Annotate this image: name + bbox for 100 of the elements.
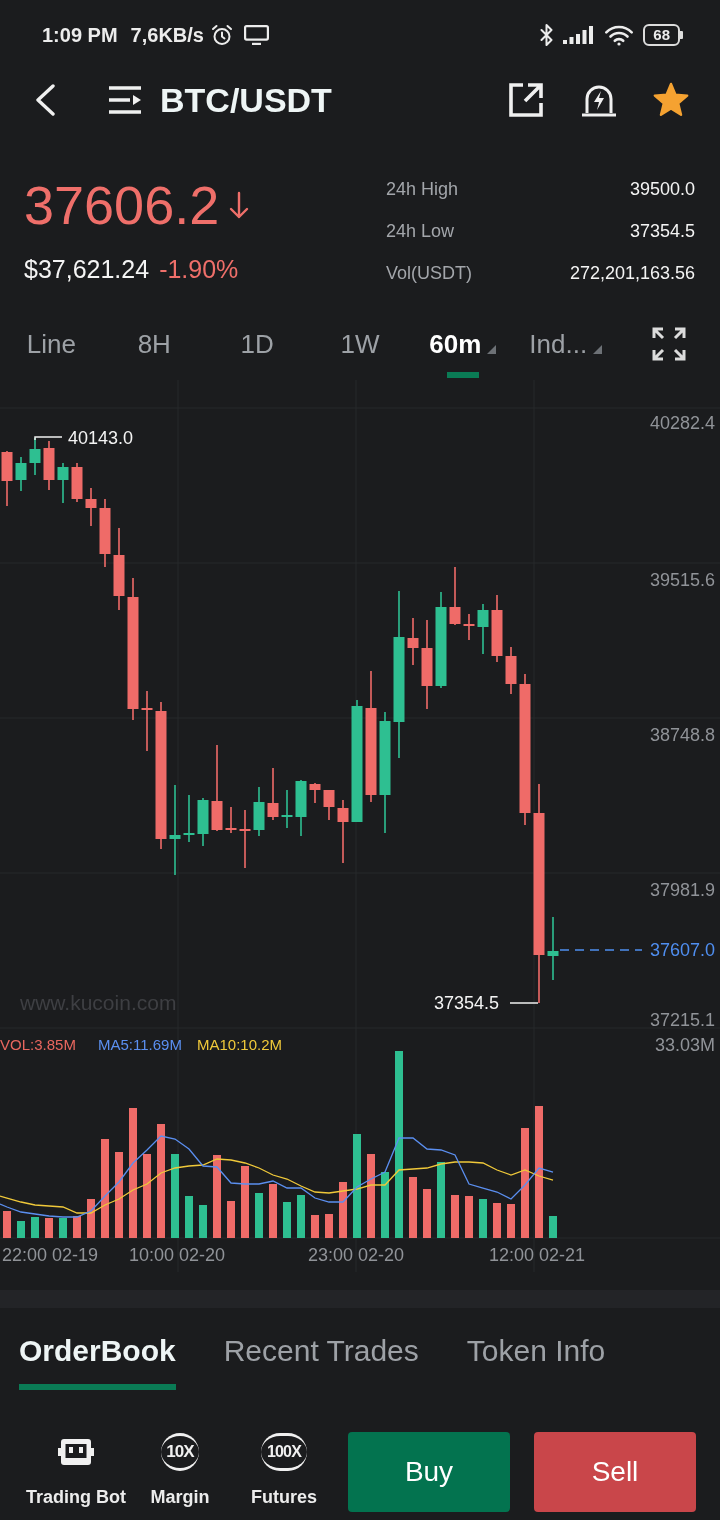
- panel-tab[interactable]: Token Info: [466, 1331, 606, 1371]
- signal-icon: [563, 26, 594, 44]
- price-axis-label: 40282.4: [649, 412, 715, 434]
- volume-bar: [493, 1203, 501, 1238]
- volume-bar: [185, 1196, 193, 1238]
- candlestick: [337, 799, 349, 864]
- monitor-icon: [243, 25, 269, 45]
- candlestick: [309, 782, 321, 804]
- current-price-label: 37607.0: [649, 939, 715, 961]
- volume-legend-text: MA10:10.2M: [197, 1035, 283, 1055]
- volume-bar: [507, 1204, 515, 1238]
- status-time: 1:09 PM: [42, 23, 118, 48]
- stat-label: Vol(USDT): [386, 261, 472, 285]
- volume-bar: [283, 1202, 291, 1238]
- volume-bar: [325, 1214, 333, 1238]
- volume-bar: [269, 1184, 277, 1238]
- candlestick: [267, 767, 279, 821]
- volume-legend-text: MA5:11.69M: [98, 1035, 182, 1055]
- price-change: -1.90%: [159, 254, 239, 286]
- volume-bar: [549, 1216, 557, 1238]
- battery-indicator: 68: [643, 24, 683, 46]
- price-axis-label: 37215.1: [649, 1009, 715, 1031]
- volume-bar: [297, 1195, 305, 1238]
- volume-bar: [45, 1218, 53, 1238]
- candlestick: [505, 646, 517, 695]
- candlestick: [281, 789, 293, 829]
- low-price-label: 37354.5: [434, 992, 500, 1014]
- price-axis-label: 38748.8: [649, 724, 715, 746]
- stat-value: 37354.5: [629, 219, 695, 243]
- interval-tab[interactable]: 1D: [205, 314, 309, 380]
- interval-tab[interactable]: 8H: [102, 314, 206, 380]
- volume-bar: [255, 1193, 263, 1238]
- volume-bar: [381, 1172, 389, 1238]
- shortcut-button[interactable]: 10X Margin: [128, 1432, 232, 1512]
- star-icon[interactable]: [652, 82, 690, 118]
- buy-button[interactable]: Buy: [348, 1432, 510, 1512]
- volume-bar: [479, 1199, 487, 1238]
- external-link-icon[interactable]: [509, 83, 543, 117]
- alarm-clock-icon: [210, 24, 233, 46]
- leader-line: [509, 1002, 539, 1004]
- pair-title: BTC/USDT: [160, 79, 332, 121]
- network-speed: 7,6KB/s: [130, 23, 204, 48]
- sell-button[interactable]: Sell: [534, 1432, 696, 1512]
- last-price: 37606.2: [24, 174, 220, 237]
- candlestick: [323, 789, 335, 821]
- volume-bar: [31, 1217, 39, 1238]
- volume-bar: [3, 1211, 11, 1238]
- candlestick: [463, 613, 475, 641]
- time-axis-label: 10:00 02-20: [129, 1244, 226, 1266]
- stat-label: 24h High: [386, 177, 459, 201]
- interval-tab[interactable]: Ind...: [514, 314, 618, 380]
- expand-icon[interactable]: [651, 327, 686, 361]
- volume-bar: [87, 1199, 95, 1238]
- interval-tab[interactable]: Line: [0, 314, 103, 380]
- candlestick: [15, 456, 27, 492]
- candlestick: [29, 437, 41, 476]
- leverage-badge: 10X: [161, 1433, 199, 1471]
- price-axis-label: 37981.9: [649, 879, 715, 901]
- candlestick: [477, 603, 489, 655]
- volume-bar: [409, 1177, 417, 1238]
- stat-value: 39500.0: [629, 177, 695, 201]
- candlestick: [253, 786, 265, 837]
- interval-tab[interactable]: 1W: [308, 314, 412, 380]
- interval-tab[interactable]: 60m: [411, 314, 515, 380]
- volume-bar: [73, 1216, 81, 1238]
- candlestick: [239, 809, 251, 869]
- time-axis-label: 12:00 02-21: [489, 1244, 586, 1266]
- volume-legend-text: VOL:3.85M: [0, 1035, 76, 1055]
- candlestick: [449, 566, 461, 626]
- chevron-left-icon[interactable]: [34, 84, 56, 116]
- time-axis-label: 22:00 02-19: [2, 1244, 99, 1266]
- menu-icon[interactable]: [108, 85, 142, 115]
- shortcut-button[interactable]: Trading Bot: [24, 1432, 128, 1512]
- bluetooth-icon: [540, 24, 554, 46]
- candlestick: [225, 806, 237, 834]
- candlestick: [85, 487, 97, 527]
- alarm-light-icon[interactable]: [581, 83, 617, 117]
- candlestick: [295, 779, 307, 837]
- candlestick: [407, 617, 419, 666]
- volume-bar: [339, 1182, 347, 1238]
- leverage-badge: 100X: [261, 1433, 307, 1471]
- panel-tab[interactable]: Recent Trades: [223, 1331, 419, 1371]
- stat-label: 24h Low: [386, 219, 455, 243]
- volume-bar: [59, 1218, 67, 1238]
- price-axis-label: 39515.6: [649, 569, 715, 591]
- candlestick: [183, 794, 195, 843]
- volume-bar: [451, 1195, 459, 1238]
- volume-bar: [311, 1215, 319, 1238]
- panel-tab[interactable]: OrderBook: [19, 1331, 176, 1390]
- candlestick: [99, 498, 111, 568]
- leader-line: [34, 436, 63, 441]
- candlestick: [197, 797, 209, 847]
- high-price-label: 40143.0: [68, 427, 134, 449]
- candlestick: [547, 916, 559, 981]
- candlestick: [43, 440, 55, 491]
- shortcut-button[interactable]: 100X Futures: [232, 1432, 336, 1512]
- candlestick: [71, 462, 83, 503]
- time-axis-label: 23:00 02-20: [308, 1244, 405, 1266]
- volume-bar: [423, 1189, 431, 1238]
- candlestick: [141, 690, 153, 752]
